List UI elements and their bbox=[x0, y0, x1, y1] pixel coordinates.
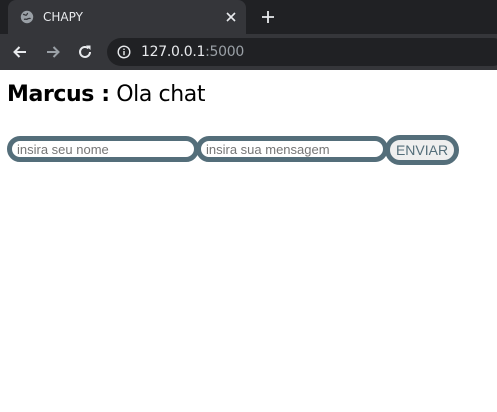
info-icon[interactable] bbox=[117, 45, 131, 59]
plus-icon[interactable] bbox=[258, 7, 278, 27]
browser-tab[interactable]: CHAPY bbox=[8, 0, 246, 34]
browser-tabstrip: CHAPY bbox=[0, 0, 497, 34]
browser-toolbar: 127.0.0.1:5000 bbox=[0, 34, 497, 70]
name-input[interactable] bbox=[7, 136, 199, 162]
reload-button[interactable] bbox=[73, 40, 97, 64]
message-author: Marcus : bbox=[7, 82, 110, 107]
forward-button[interactable] bbox=[41, 40, 65, 64]
chat-message: Marcus : Ola chat bbox=[7, 82, 206, 107]
back-button[interactable] bbox=[8, 40, 32, 64]
arrow-left-icon bbox=[13, 46, 26, 58]
url-host: 127.0.0.1 bbox=[141, 44, 206, 60]
close-icon[interactable] bbox=[222, 8, 240, 26]
url-port: :5000 bbox=[205, 44, 244, 60]
send-button[interactable]: ENVIAR bbox=[385, 135, 459, 165]
address-bar[interactable]: 127.0.0.1:5000 bbox=[107, 38, 497, 66]
arrow-right-icon bbox=[47, 46, 60, 58]
reload-icon bbox=[79, 45, 91, 58]
globe-icon bbox=[20, 10, 34, 24]
tab-title: CHAPY bbox=[43, 10, 83, 24]
message-input[interactable] bbox=[196, 136, 388, 162]
message-text: Ola chat bbox=[109, 82, 206, 107]
url-text: 127.0.0.1:5000 bbox=[141, 44, 244, 60]
